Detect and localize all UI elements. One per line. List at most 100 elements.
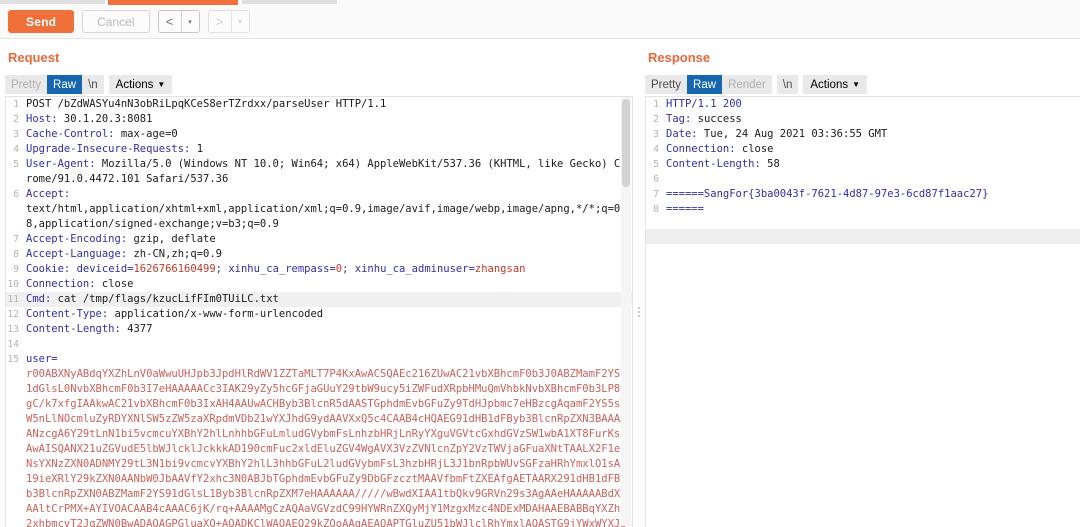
code-line: 9 Cookie: deviceid=1626766160499; xinhu_c… <box>6 262 632 277</box>
code-token: Content-Type: <box>26 308 109 320</box>
line-text: POST /bZdWASYu4nN3obRiLpqKCeS8erTZrdxx/p… <box>23 97 632 112</box>
chevron-down-icon[interactable]: ▾ <box>231 11 249 32</box>
code-line: 6 Accept: text/html,application/xhtml+xml… <box>6 187 632 232</box>
code-line: 8 ====== <box>646 202 1080 217</box>
code-line: 1 POST /bZdWASYu4nN3obRiLpqKCeS8erTZrdxx/… <box>6 97 632 112</box>
line-text: Tag: success <box>663 112 1080 127</box>
code-token: zhangsan <box>474 263 526 275</box>
code-token: xinhu_ca_rempass= <box>228 263 336 275</box>
chevron-left-icon[interactable]: < <box>158 11 181 32</box>
line-text: user= <box>23 352 632 367</box>
history-back-group[interactable]: < ▾ <box>157 10 200 33</box>
code-line: 10 Connection: close <box>6 277 632 292</box>
chevron-right-icon[interactable]: > <box>208 11 231 32</box>
code-token: Accept: <box>26 188 71 200</box>
line-number: 10 <box>7 279 19 290</box>
line-number: 7 <box>653 189 659 200</box>
response-editor[interactable]: 1 HTTP/1.1 200 2 Tag: success 3 Date: Tue, 24… <box>645 96 1080 527</box>
response-code-area[interactable]: 1 HTTP/1.1 200 2 Tag: success 3 Date: Tue, 24… <box>646 97 1080 217</box>
response-pretty-tab[interactable]: Pretty <box>645 75 687 94</box>
request-actions-label: Actions <box>115 78 154 91</box>
line-text: HTTP/1.1 200 <box>663 97 1080 112</box>
line-number: 14 <box>7 339 19 350</box>
code-token: application/x-www-form-urlencoded <box>108 308 324 320</box>
line-text: User-Agent: Mozilla/5.0 (Windows NT 10.0… <box>23 157 632 187</box>
code-token: Date: <box>666 128 698 140</box>
panel-splitter[interactable] <box>633 96 645 527</box>
chevron-down-icon: ▼ <box>157 80 166 89</box>
chevron-down-icon[interactable]: ▾ <box>181 11 199 32</box>
request-pretty-tab[interactable]: Pretty <box>5 75 47 94</box>
line-text: Accept: text/html,application/xhtml+xml,… <box>23 187 632 232</box>
line-number: 2 <box>13 114 19 125</box>
code-token: Accept-Language: <box>26 248 128 260</box>
code-token: zh-CN,zh;q=0.9 <box>127 248 222 260</box>
scrollbar-thumb[interactable] <box>622 99 630 187</box>
code-token: 30.1.20.3:8081 <box>57 113 153 125</box>
line-number: 3 <box>653 129 659 140</box>
code-line: 4 Upgrade-Insecure-Requests: 1 <box>6 142 632 157</box>
cancel-button[interactable]: Cancel <box>82 10 150 33</box>
repeater-tab-3[interactable] <box>242 0 337 4</box>
code-line: 15 user= <box>6 352 632 367</box>
code-line: 5 User-Agent: Mozilla/5.0 (Windows NT 10.… <box>6 157 632 187</box>
response-actions-menu[interactable]: Actions ▼ <box>803 75 867 94</box>
code-token: Tue, 24 Aug 2021 03:36:55 GMT <box>697 128 888 140</box>
line-number: 4 <box>13 144 19 155</box>
code-token: Host: <box>26 113 58 125</box>
request-raw-tab[interactable]: Raw <box>47 75 83 94</box>
response-render-tab[interactable]: Render <box>722 75 772 94</box>
code-token: ; <box>342 263 355 275</box>
code-line: 12 Content-Type: application/x-www-form-u… <box>6 307 632 322</box>
line-text: Cmd: cat /tmp/flags/kzucLifFIm0TUiLC.txt <box>23 292 632 307</box>
line-text: Cookie: deviceid=1626766160499; xinhu_ca… <box>23 262 632 277</box>
line-number: 6 <box>653 174 659 185</box>
request-editor[interactable]: 1 POST /bZdWASYu4nN3obRiLpqKCeS8erTZrdxx/… <box>5 96 633 527</box>
line-text: Upgrade-Insecure-Requests: 1 <box>23 142 632 157</box>
line-text: Date: Tue, 24 Aug 2021 03:36:55 GMT <box>663 127 1080 142</box>
line-number: 7 <box>13 234 19 245</box>
line-number: 6 <box>13 189 19 200</box>
send-button[interactable]: Send <box>8 10 75 33</box>
line-text: Content-Length: 4377 <box>23 322 632 337</box>
code-line: 2 Host: 30.1.20.3:8081 <box>6 112 632 127</box>
history-forward-group[interactable]: > ▾ <box>207 10 250 33</box>
code-line: 5 Content-Length: 58 <box>646 157 1080 172</box>
code-token: POST /bZdWASYu4nN3obRiLpqKCeS8erTZrdxx/p… <box>26 98 387 110</box>
code-token: Cmd: <box>26 293 52 305</box>
code-line: 14 <box>6 337 632 352</box>
response-panel-title: Response <box>648 50 711 65</box>
line-number: 5 <box>13 159 19 170</box>
code-line: 3 Date: Tue, 24 Aug 2021 03:36:55 GMT <box>646 127 1080 142</box>
code-token: Mozilla/5.0 (Windows NT 10.0; Win64; x64… <box>26 158 627 185</box>
response-newline-toggle[interactable]: \n <box>777 75 799 94</box>
code-token: 4377 <box>120 323 153 335</box>
line-number: 1 <box>13 99 19 110</box>
request-newline-toggle[interactable]: \n <box>82 75 104 94</box>
code-token: HTTP/1.1 200 <box>666 98 742 110</box>
request-actions-menu[interactable]: Actions ▼ <box>109 75 173 94</box>
line-number: 11 <box>7 294 19 305</box>
chevron-down-icon: ▼ <box>852 80 861 89</box>
code-token: deviceid= <box>70 263 134 275</box>
line-text: Cache-Control: max-age=0 <box>23 127 632 142</box>
code-line: 7 Accept-Encoding: gzip, deflate <box>6 232 632 247</box>
request-vertical-scrollbar[interactable] <box>621 97 631 526</box>
line-number: 1 <box>653 99 659 110</box>
code-token: Tag: <box>666 113 692 125</box>
response-search-bar[interactable] <box>646 229 1080 244</box>
request-body-block: r00ABXNyABdqYXZhLnV0aWwuUHJpb3JpdHlRdWV1… <box>6 367 632 527</box>
repeater-tab-1[interactable] <box>0 0 105 4</box>
code-token: ; <box>215 263 229 275</box>
line-number: 8 <box>653 204 659 215</box>
line-text: ======SangFor{3ba0043f-7621-4d87-97e3-6c… <box>663 187 1080 202</box>
request-code-area[interactable]: 1 POST /bZdWASYu4nN3obRiLpqKCeS8erTZrdxx/… <box>6 97 632 527</box>
response-raw-tab[interactable]: Raw <box>687 75 723 94</box>
repeater-toolbar: Send Cancel < ▾ > ▾ <box>0 5 1080 39</box>
line-number: 13 <box>7 324 19 335</box>
code-line: 1 HTTP/1.1 200 <box>646 97 1080 112</box>
request-body-base64: r00ABXNyABdqYXZhLnV0aWwuUHJpb3JpdHlRdWV1… <box>26 368 627 527</box>
line-text: Connection: close <box>663 142 1080 157</box>
response-viewbar: Pretty Raw Render \n Actions ▼ <box>645 75 868 94</box>
code-token: max-age=0 <box>114 128 178 140</box>
